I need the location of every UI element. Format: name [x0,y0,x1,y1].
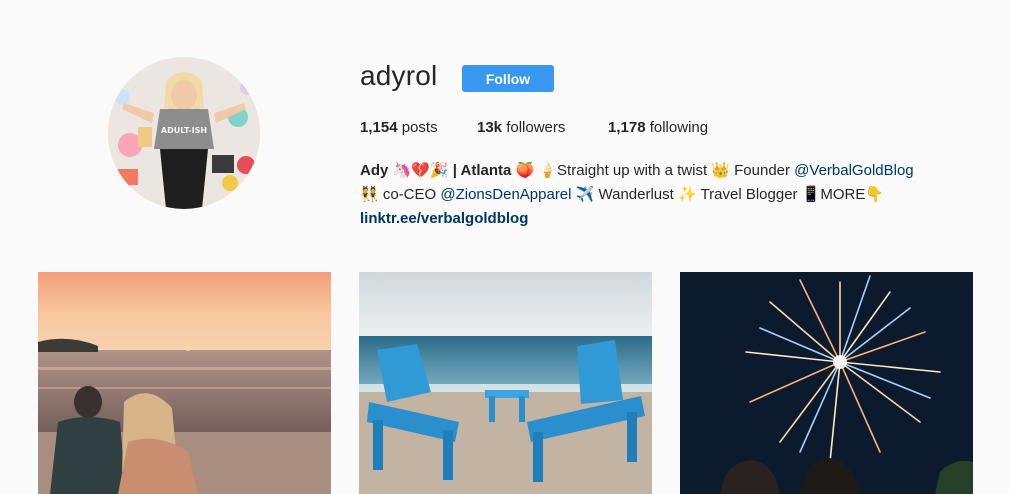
profile-username: adyrol [360,60,438,91]
blue-chairs-image [359,272,652,494]
followers-stat[interactable]: 13k followers [477,119,565,136]
post-thumbnail-3[interactable] [680,272,973,494]
profile-bio: Ady 🦄💔🎉 | Atlanta 🍑 🍦Straight up with a … [360,159,980,231]
following-label: following [649,119,709,136]
followers-count: 13k [477,119,503,136]
bio-line-1: Ady 🦄💔🎉 | Atlanta 🍑 🍦Straight up with a … [360,159,980,183]
bio-name: Ady 🦄💔🎉 | Atlanta [360,162,512,179]
bio-line-2: 👯 co-CEO @ZionsDenApparel ✈️ Wanderlust … [360,183,980,207]
mention-zionsdenapparel[interactable]: @ZionsDenApparel [440,186,571,203]
bio-text-2: 👯 co-CEO [360,186,441,203]
following-count: 1,178 [608,119,646,136]
profile-avatar[interactable]: ADULT-ISH [108,57,260,209]
followers-label: followers [506,119,566,136]
follow-button[interactable]: Follow [462,65,554,92]
post-thumbnail-1[interactable] [38,272,331,494]
fireworks-image [680,272,973,494]
posts-label: posts [401,119,438,136]
post-thumbnail-2[interactable] [359,272,652,494]
bio-link[interactable]: linktr.ee/verbalgoldblog [360,207,980,231]
avatar-shirt-text: ADULT-ISH [161,126,207,135]
mention-verbalgoldblog[interactable]: @VerbalGoldBlog [794,162,913,179]
avatar-image: ADULT-ISH [108,57,260,209]
bio-text-3: ✈️ Wanderlust ✨ Travel Blogger 📱MORE👇 [571,186,885,203]
posts-count: 1,154 [360,119,398,136]
sunset-couple-image [38,272,331,494]
posts-stat[interactable]: 1,154 posts [360,119,438,136]
bio-text-1: 🍑 🍦Straight up with a twist 👑 Founder [511,162,795,179]
following-stat[interactable]: 1,178 following [608,119,708,136]
